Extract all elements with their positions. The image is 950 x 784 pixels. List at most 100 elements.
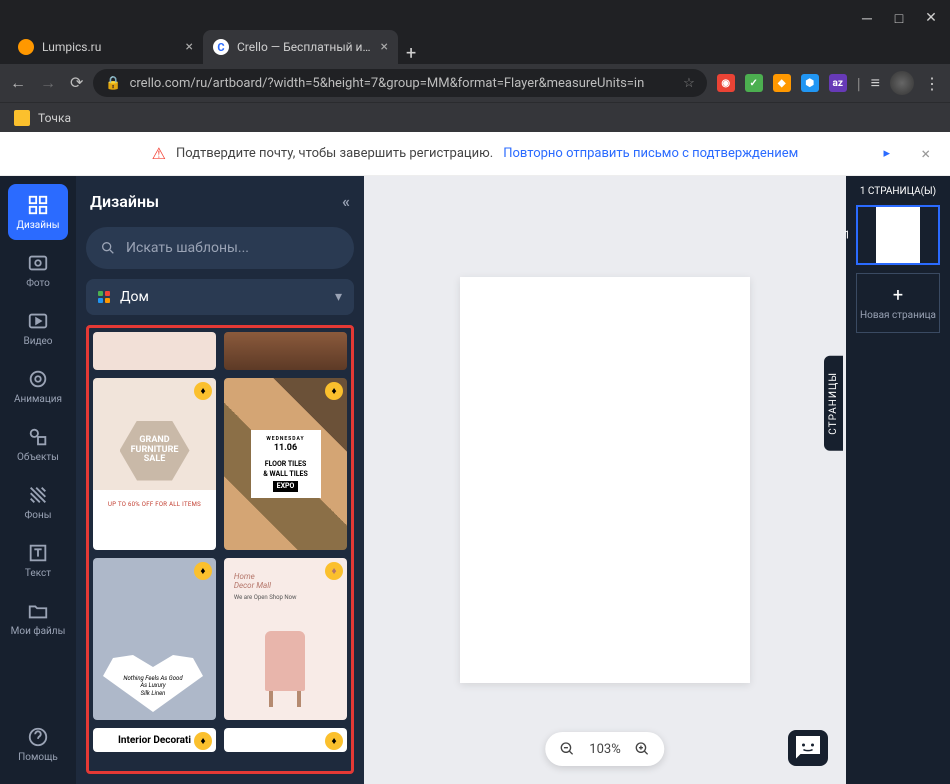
bookmark-folder-icon (14, 110, 30, 126)
zoom-controls: 103% (545, 732, 664, 766)
tab-title: Lumpics.ru (42, 40, 178, 54)
animation-icon (27, 368, 49, 390)
arrow-right-icon[interactable]: ▸ (883, 146, 890, 161)
forward-button[interactable]: → (40, 73, 56, 93)
sidebar-item-photo[interactable]: Фото (8, 242, 68, 298)
zoom-out-button[interactable] (559, 741, 575, 757)
sidebar-label: Фото (26, 278, 50, 289)
sidebar-label: Видео (23, 336, 52, 347)
extension-icon[interactable]: ✓ (745, 74, 763, 92)
template-item[interactable]: ♦ Home Decor Mall We are Open Shop Now (224, 558, 347, 720)
sidebar-label: Текст (25, 568, 51, 579)
page-thumbnail[interactable]: 1 (856, 205, 940, 265)
help-icon (27, 726, 49, 748)
back-button[interactable]: ← (10, 73, 26, 93)
add-page-label: Новая страница (860, 310, 936, 321)
category-selector[interactable]: Дом ▾ (86, 279, 354, 315)
left-sidebar: Дизайны Фото Видео Анимация Объекты Фоны (0, 176, 76, 784)
template-item[interactable]: ♦ Nothing Feels As Good As Luxury Silk L… (93, 558, 216, 720)
lock-icon: 🔒 (105, 76, 121, 91)
templates-grid: ♦ GRAND FURNITURE SALE UP TO 60% OFF FOR… (86, 325, 354, 774)
warning-icon: ⚠ (152, 144, 166, 163)
chat-button[interactable] (788, 730, 828, 766)
extension-icon[interactable]: ⬢ (801, 74, 819, 92)
template-item[interactable]: ♦ (224, 728, 347, 752)
category-label: Дом (120, 289, 325, 305)
maximize-button[interactable]: □ (892, 10, 906, 27)
premium-badge-icon: ♦ (194, 732, 212, 750)
sidebar-label: Анимация (14, 394, 62, 405)
search-icon (100, 240, 116, 256)
premium-badge-icon: ♦ (194, 562, 212, 580)
template-item[interactable]: ♦ WEDNESDAY 11.06 FLOOR TILES & WALL TIL… (224, 378, 347, 550)
zoom-in-button[interactable] (635, 741, 651, 757)
search-input[interactable]: Искать шаблоны... (86, 227, 354, 269)
notification-bar: ⚠ Подтвердите почту, чтобы завершить рег… (0, 132, 950, 176)
minimize-button[interactable]: ─ (860, 10, 874, 27)
template-item[interactable]: ♦ GRAND FURNITURE SALE UP TO 60% OFF FOR… (93, 378, 216, 550)
sidebar-item-video[interactable]: Видео (8, 300, 68, 356)
zoom-level: 103% (589, 742, 620, 757)
favicon-lumpics (18, 39, 34, 55)
reload-button[interactable]: ⟳ (70, 73, 83, 93)
notice-text: Подтвердите почту, чтобы завершить регис… (176, 146, 493, 161)
canvas-area[interactable]: 103% (364, 176, 846, 784)
close-tab-icon[interactable]: × (381, 39, 388, 55)
template-item[interactable] (93, 332, 216, 370)
sidebar-label: Фоны (25, 510, 52, 521)
extension-icon[interactable]: ◉ (717, 74, 735, 92)
designs-panel: Дизайны « Искать шаблоны... Дом ▾ (76, 176, 364, 784)
close-notice-button[interactable]: × (921, 144, 930, 163)
plus-icon: + (893, 285, 903, 306)
sidebar-label: Мои файлы (11, 626, 66, 637)
sidebar-item-objects[interactable]: Объекты (8, 416, 68, 472)
pages-tab[interactable]: СТРАНИЦЫ (824, 356, 843, 451)
canvas-page[interactable] (460, 277, 750, 683)
page-number: 1 (844, 229, 850, 242)
bookmark-item[interactable]: Точка (38, 111, 71, 125)
profile-avatar[interactable] (890, 71, 914, 95)
folder-icon (27, 600, 49, 622)
tab-title: Crello — Бесплатный инструмен (237, 40, 373, 54)
objects-icon (27, 426, 49, 448)
sidebar-item-help[interactable]: Помощь (8, 716, 68, 772)
sidebar-item-designs[interactable]: Дизайны (8, 184, 68, 240)
background-icon (27, 484, 49, 506)
sidebar-item-backgrounds[interactable]: Фоны (8, 474, 68, 530)
url-text: crello.com/ru/artboard/?width=5&height=7… (130, 76, 676, 91)
template-item[interactable]: Interior Decorati ♦ (93, 728, 216, 752)
star-icon[interactable]: ☆ (683, 76, 695, 91)
sidebar-item-files[interactable]: Мои файлы (8, 590, 68, 646)
new-tab-button[interactable]: + (398, 43, 424, 64)
chevron-down-icon: ▾ (335, 289, 342, 305)
premium-badge-icon: ♦ (325, 732, 343, 750)
video-icon (27, 310, 49, 332)
extension-icon[interactable]: ◆ (773, 74, 791, 92)
close-window-button[interactable]: ✕ (924, 10, 938, 26)
browser-tab-crello[interactable]: C Crello — Бесплатный инструмен × (203, 30, 398, 64)
collapse-panel-button[interactable]: « (342, 192, 350, 211)
photo-icon (27, 252, 49, 274)
resend-link[interactable]: Повторно отправить письмо с подтверждени… (503, 146, 798, 161)
address-bar[interactable]: 🔒 crello.com/ru/artboard/?width=5&height… (93, 69, 706, 97)
reading-list-icon[interactable]: ≡ (871, 73, 880, 93)
sidebar-item-animation[interactable]: Анимация (8, 358, 68, 414)
pages-count-label: 1 СТРАНИЦА(Ы) (860, 186, 936, 197)
sidebar-label: Объекты (17, 452, 59, 463)
close-tab-icon[interactable]: × (186, 39, 193, 55)
premium-badge-icon: ♦ (325, 382, 343, 400)
browser-menu-button[interactable]: ⋮ (924, 74, 940, 93)
panel-title: Дизайны (90, 192, 159, 211)
sidebar-item-text[interactable]: Текст (8, 532, 68, 588)
browser-tab-lumpics[interactable]: Lumpics.ru × (8, 30, 203, 64)
favicon-crello: C (213, 39, 229, 55)
search-placeholder: Искать шаблоны... (126, 240, 249, 256)
premium-badge-icon: ♦ (325, 562, 343, 580)
template-item[interactable] (224, 332, 347, 370)
sidebar-label: Помощь (18, 752, 58, 763)
extension-icon[interactable]: az (829, 74, 847, 92)
sidebar-label: Дизайны (16, 220, 59, 231)
category-grid-icon (98, 291, 110, 303)
add-page-button[interactable]: + Новая страница (856, 273, 940, 333)
text-icon (27, 542, 49, 564)
